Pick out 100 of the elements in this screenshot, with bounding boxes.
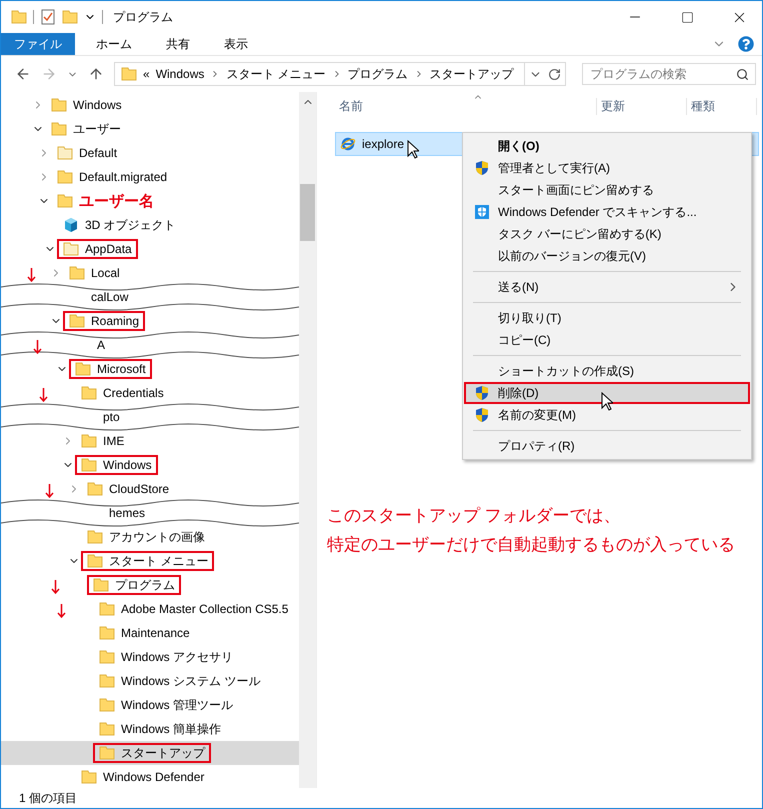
column-header[interactable]: 種類 [687,98,757,114]
window-title: プログラム [113,8,174,26]
shield-icon [474,385,490,401]
folder-icon [81,433,97,449]
menu-item[interactable]: 開く(O) [464,135,750,157]
folder-name[interactable]: Default.migrated [79,170,168,184]
folder-icon [99,649,115,665]
folder-icon [93,577,109,593]
folder-name[interactable]: スタートアップ [121,744,205,762]
menu-item[interactable]: 管理者として実行(A) [464,157,750,179]
folder-icon [75,361,91,377]
folder-icon [121,66,137,82]
folder-name[interactable]: Windows [73,98,122,112]
folder-name[interactable]: Roaming [91,314,140,328]
menu-item[interactable]: タスク バーにピン留めする(K) [464,223,750,245]
back-button[interactable] [15,66,31,82]
up-button[interactable] [88,66,104,82]
folder-icon [63,241,79,257]
menu-item[interactable]: ショートカットの作成(S) [464,360,750,382]
folder-name[interactable]: Windows システム ツール [121,672,260,690]
shield-icon [474,160,490,176]
folder-name[interactable]: アカウントの画像 [109,528,205,546]
folder-name[interactable]: 3D オブジェクト [85,216,176,234]
folder-name[interactable]: Windows アクセサリ [121,648,234,666]
checklist-icon[interactable] [40,9,56,25]
folder-icon [87,553,103,569]
address-bar[interactable]: « Windows スタート メニュー プログラム スタートアップ [114,62,525,86]
folder-name[interactable]: ユーザー [73,120,121,138]
mouse-pointer-icon [407,140,419,159]
folder-name[interactable]: ユーザー名 [79,192,154,210]
search-field[interactable]: プログラムの検索 [582,63,756,85]
menu-item[interactable]: 切り取り(T) [464,307,750,329]
folder-name[interactable]: Default [79,146,118,160]
help-icon[interactable] [738,36,754,52]
folder-icon [69,265,85,281]
folder-name[interactable]: calLow [91,290,128,304]
selected-row[interactable]: スタートアップ [1,741,299,765]
folder-icon [81,457,97,473]
folder-name[interactable]: CloudStore [109,482,170,496]
overflow-crumb[interactable]: « [143,67,150,81]
folder-name[interactable]: Windows [103,458,152,472]
folder-name[interactable]: hemes [109,506,146,520]
defender-shield-icon [474,204,490,220]
column-header[interactable]: 更新 [597,98,687,114]
menu-item[interactable]: 以前のバージョンの復元(V) [464,245,750,267]
folder-icon [99,745,115,761]
folder-icon [87,481,103,497]
maximize-icon[interactable] [680,10,694,24]
folder-icon [99,721,115,737]
scrollbar[interactable] [299,92,316,788]
folder-name[interactable]: スタート メニュー [109,552,208,570]
shield-icon [474,407,490,423]
folder-icon [81,385,97,401]
folder-name[interactable]: Local [91,266,120,280]
refresh-icon[interactable] [548,68,561,80]
breadcrumb[interactable]: スタートアップ [430,66,514,82]
folder-icon [57,145,73,161]
folder-name[interactable]: Credentials [103,386,164,400]
folder-name[interactable]: Microsoft [97,362,146,376]
mouse-pointer-icon [601,392,613,411]
browser-icon [340,136,356,152]
folder-name[interactable]: A [97,338,106,352]
menu-item[interactable]: スタート画面にピン留めする [464,179,750,201]
breadcrumb[interactable]: プログラム [348,66,408,82]
ribbon-tab[interactable]: ファイル [1,33,75,55]
breadcrumb[interactable]: スタート メニュー [226,66,326,82]
folder-icon [87,529,103,545]
folder-name[interactable]: Adobe Master Collection CS5.5 [121,602,288,616]
folder-name[interactable]: Maintenance [121,626,190,640]
scrollbar-thumb[interactable] [300,184,315,241]
folder-name[interactable]: Windows 管理ツール [121,696,234,714]
folder-icon [62,9,78,25]
breadcrumb[interactable]: Windows [156,67,204,81]
folder-name[interactable]: AppData [85,242,132,256]
folder-icon [57,193,73,209]
annotation-text: 特定のユーザーだけで自動起動するものが入っている [327,534,736,556]
menu-item[interactable]: 送る(N) [464,276,750,298]
folder-name[interactable]: Windows 簡単操作 [121,720,222,738]
folder-icon [99,697,115,713]
folder-icon [69,313,85,329]
ribbon-tab[interactable]: 表示 [211,33,261,55]
folder-icon [51,121,67,137]
folder-name[interactable]: プログラム [115,576,175,594]
file-name[interactable]: iexplore [362,137,404,151]
folder-name[interactable]: Windows Defender [103,770,204,784]
folder-name[interactable]: IME [103,434,124,448]
ribbon-tab[interactable]: 共有 [153,33,203,55]
menu-item[interactable]: Windows Defender でスキャンする... [464,201,750,223]
column-header[interactable]: 名前 [335,98,597,114]
folder-name[interactable]: pto [103,410,120,424]
menu-item[interactable]: コピー(C) [464,329,750,351]
status-text: 1 個の項目 [19,790,78,806]
menu-item[interactable]: 名前の変更(M) [464,404,750,426]
cube-icon [63,217,79,233]
menu-item[interactable]: プロパティ(R) [464,435,750,457]
folder-icon [99,673,115,689]
folder-icon [99,601,115,617]
search-icon[interactable] [736,68,749,80]
folder-icon [99,625,115,641]
ribbon-tab[interactable]: ホーム [83,33,145,55]
